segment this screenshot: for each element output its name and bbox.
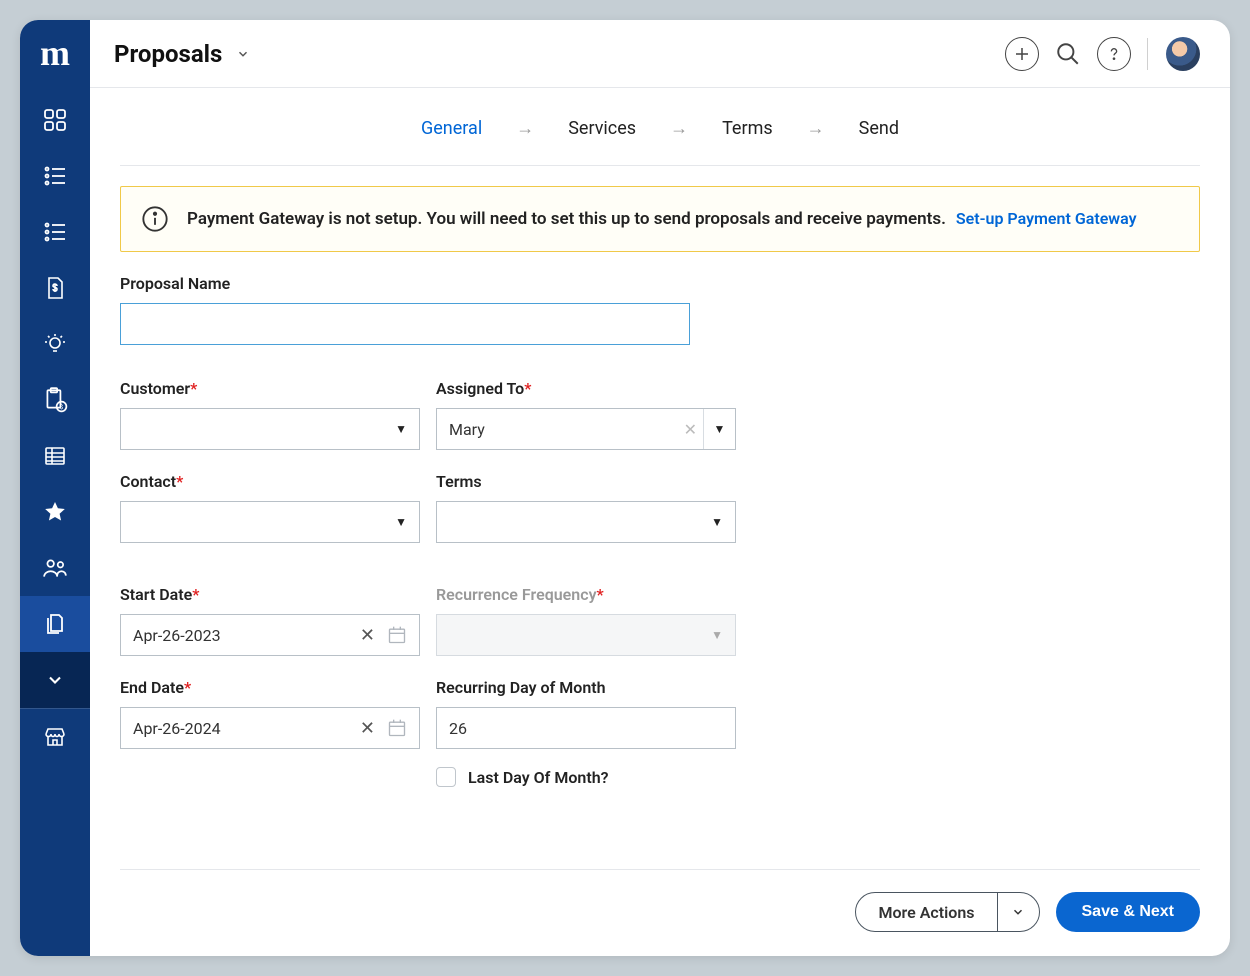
label-start-date: Start Date* xyxy=(120,585,420,604)
nav-proposals[interactable] xyxy=(20,596,90,652)
chevron-down-icon xyxy=(1011,905,1025,919)
more-actions-label: More Actions xyxy=(856,893,996,931)
label-recurring-day: Recurring Day of Month xyxy=(436,678,736,697)
nav-clipboard-money[interactable]: $ xyxy=(20,372,90,428)
footer: More Actions Save & Next xyxy=(120,870,1200,956)
nav-team[interactable] xyxy=(20,540,90,596)
field-assigned-to: Assigned To* Mary ✕ ▼ xyxy=(436,379,736,450)
customer-select[interactable]: ▼ xyxy=(120,408,420,450)
clear-start-date-icon[interactable]: ✕ xyxy=(360,625,375,646)
header-separator xyxy=(1147,38,1148,70)
user-avatar[interactable] xyxy=(1166,37,1200,71)
label-proposal-name: Proposal Name xyxy=(120,274,736,293)
proposal-form: Proposal Name Customer* ▼ Assigned To* M… xyxy=(120,274,1200,809)
setup-gateway-link[interactable]: Set-up Payment Gateway xyxy=(956,209,1137,228)
question-icon xyxy=(1106,46,1122,62)
chevron-down-icon xyxy=(236,47,250,61)
step-send[interactable]: Send xyxy=(859,118,899,139)
label-assigned-to: Assigned To* xyxy=(436,379,736,398)
more-actions-caret[interactable] xyxy=(997,893,1039,931)
field-proposal-name: Proposal Name xyxy=(120,274,736,345)
sidebar: m $ xyxy=(20,20,90,956)
search-icon xyxy=(1055,41,1081,67)
arrow-icon: → xyxy=(670,118,688,139)
header: Proposals xyxy=(90,20,1230,88)
list-bullets-icon xyxy=(43,220,67,244)
nav-expand[interactable] xyxy=(20,652,90,708)
main: Proposals General → Services xyxy=(90,20,1230,956)
arrow-icon: → xyxy=(807,118,825,139)
field-end-date: End Date* Apr-26-2024 ✕ xyxy=(120,678,420,787)
payment-gateway-alert: Payment Gateway is not setup. You will n… xyxy=(120,186,1200,252)
nav-table[interactable] xyxy=(20,428,90,484)
clipboard-dollar-icon: $ xyxy=(42,387,68,413)
label-recurrence-frequency: Recurrence Frequency* xyxy=(436,585,736,604)
field-start-date: Start Date* Apr-26-2023 ✕ xyxy=(120,585,420,656)
alert-text: Payment Gateway is not setup. You will n… xyxy=(187,209,946,229)
chevron-down-icon xyxy=(45,670,65,690)
people-icon xyxy=(42,555,68,581)
field-terms: Terms ▼ xyxy=(436,472,736,543)
nav-dashboard[interactable] xyxy=(20,92,90,148)
nav-invoice[interactable] xyxy=(20,260,90,316)
save-next-button[interactable]: Save & Next xyxy=(1056,892,1201,932)
spreadsheet-icon xyxy=(43,444,67,468)
last-day-checkbox[interactable] xyxy=(436,767,456,787)
page-title: Proposals xyxy=(114,40,222,68)
label-contact: Contact* xyxy=(120,472,420,491)
field-recurring-day: Recurring Day of Month 26 Last Day Of Mo… xyxy=(436,678,736,787)
step-general[interactable]: General xyxy=(421,118,482,139)
app-window: m $ xyxy=(20,20,1230,956)
nav-idea[interactable] xyxy=(20,316,90,372)
label-end-date: End Date* xyxy=(120,678,420,697)
step-services[interactable]: Services xyxy=(568,118,636,139)
field-recurrence-frequency: Recurrence Frequency* ▼ xyxy=(436,585,736,656)
grid-icon xyxy=(43,108,67,132)
start-date-value: Apr-26-2023 xyxy=(133,626,221,645)
assigned-to-select[interactable]: Mary ✕ ▼ xyxy=(436,408,736,450)
storefront-icon xyxy=(43,725,67,749)
plus-icon xyxy=(1013,45,1031,63)
field-customer: Customer* ▼ xyxy=(120,379,420,450)
end-date-value: Apr-26-2024 xyxy=(133,719,221,738)
calendar-icon[interactable] xyxy=(387,718,407,738)
app-logo: m xyxy=(40,32,70,74)
add-button[interactable] xyxy=(1005,37,1039,71)
help-button[interactable] xyxy=(1097,37,1131,71)
nav-list-1[interactable] xyxy=(20,148,90,204)
documents-icon xyxy=(43,612,67,636)
lightbulb-icon xyxy=(43,332,67,356)
svg-text:$: $ xyxy=(60,403,64,411)
stepper: General → Services → Terms → Send xyxy=(120,88,1200,166)
list-bullets-icon xyxy=(43,164,67,188)
field-contact: Contact* ▼ xyxy=(120,472,420,543)
nav-list-2[interactable] xyxy=(20,204,90,260)
more-actions-button[interactable]: More Actions xyxy=(855,892,1039,932)
clear-end-date-icon[interactable]: ✕ xyxy=(360,718,375,739)
title-dropdown[interactable] xyxy=(236,47,250,61)
terms-select[interactable]: ▼ xyxy=(436,501,736,543)
content: General → Services → Terms → Send Paymen… xyxy=(90,88,1230,956)
nav-store[interactable] xyxy=(20,709,90,765)
invoice-dollar-icon xyxy=(43,276,67,300)
last-day-label: Last Day Of Month? xyxy=(468,768,609,787)
search-button[interactable] xyxy=(1051,37,1085,71)
star-icon xyxy=(43,500,67,524)
recurrence-frequency-select: ▼ xyxy=(436,614,736,656)
contact-select[interactable]: ▼ xyxy=(120,501,420,543)
proposal-name-input[interactable] xyxy=(120,303,690,345)
clear-assigned-icon[interactable]: ✕ xyxy=(684,420,697,439)
label-terms: Terms xyxy=(436,472,736,491)
recurring-day-input[interactable]: 26 xyxy=(436,707,736,749)
recurring-day-value: 26 xyxy=(449,719,467,738)
step-terms[interactable]: Terms xyxy=(722,118,773,139)
calendar-icon[interactable] xyxy=(387,625,407,645)
arrow-icon: → xyxy=(516,118,534,139)
info-icon xyxy=(141,205,169,233)
start-date-input[interactable]: Apr-26-2023 ✕ xyxy=(120,614,420,656)
end-date-input[interactable]: Apr-26-2024 ✕ xyxy=(120,707,420,749)
nav-favorites[interactable] xyxy=(20,484,90,540)
label-customer: Customer* xyxy=(120,379,420,398)
